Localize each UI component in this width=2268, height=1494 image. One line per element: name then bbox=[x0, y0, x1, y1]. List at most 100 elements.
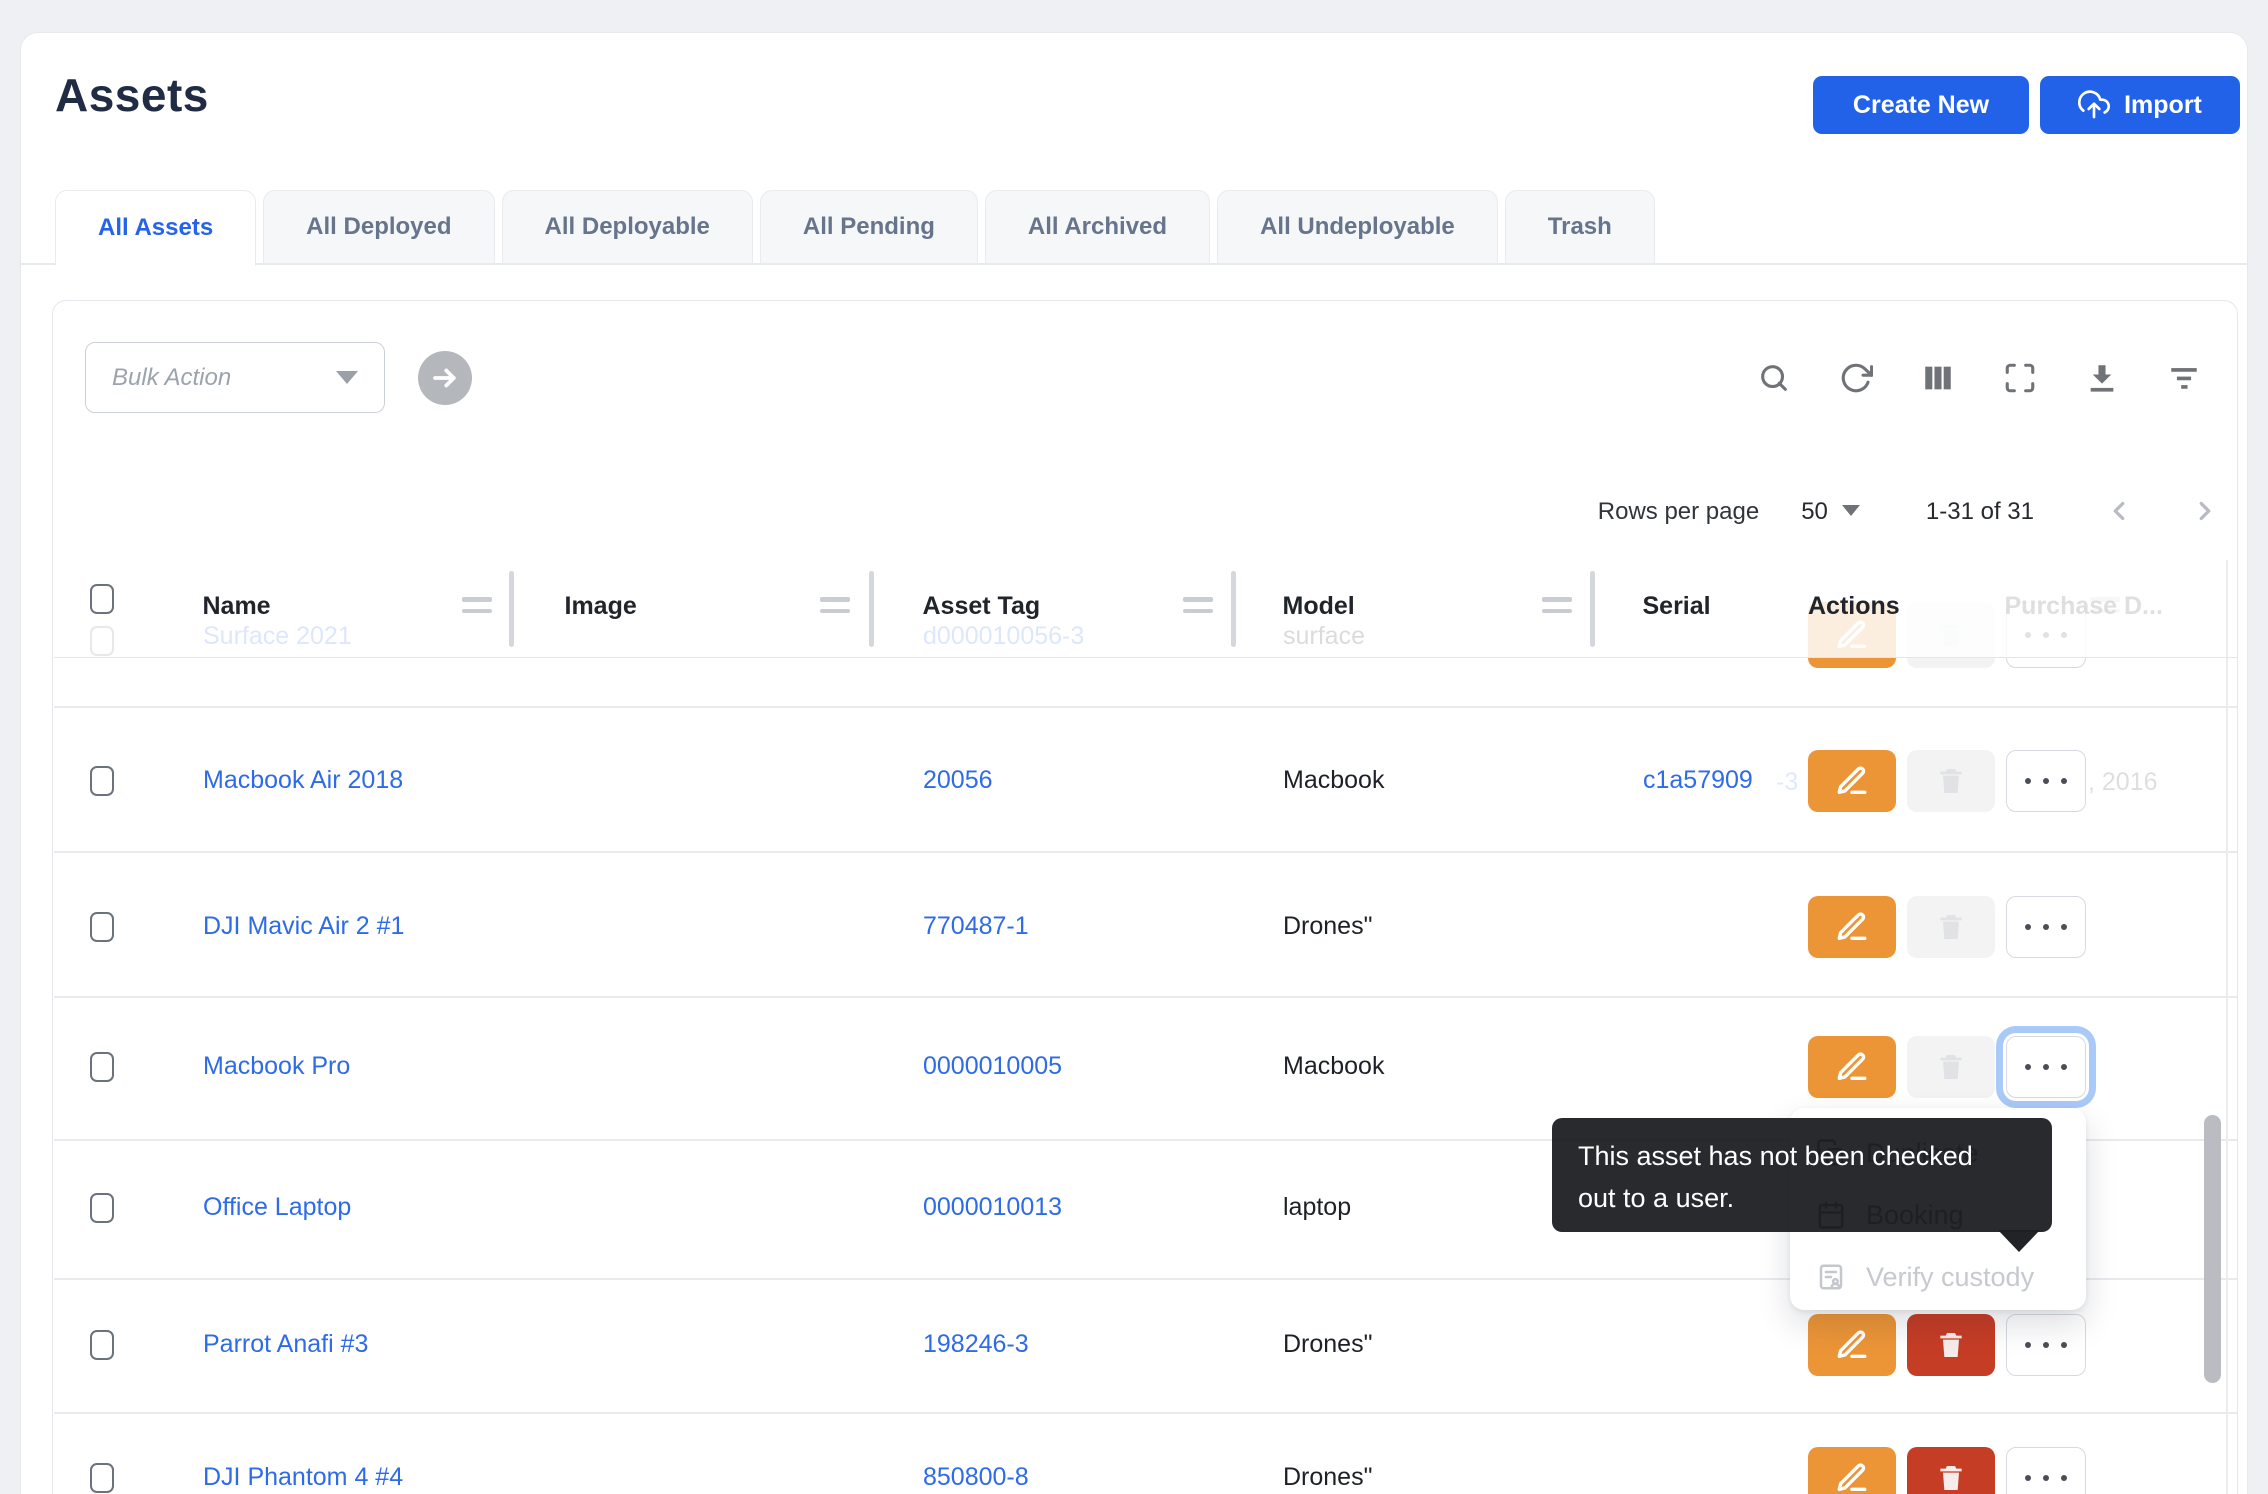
assets-page: Assets Create New Import All Assets All … bbox=[0, 0, 2268, 1494]
drag-handle-icon[interactable] bbox=[1183, 590, 1213, 620]
download-icon[interactable] bbox=[2084, 360, 2120, 396]
asset-tag-link[interactable]: 198246-3 bbox=[923, 1330, 1029, 1359]
select-all-checkbox[interactable] bbox=[90, 584, 114, 614]
tab-trash[interactable]: Trash bbox=[1505, 190, 1655, 264]
chevron-left-icon[interactable] bbox=[2104, 496, 2134, 529]
row-actions bbox=[1808, 1447, 2086, 1494]
checkout-tooltip: This asset has not been checked out to a… bbox=[1552, 1118, 2052, 1232]
tab-all-undeployable[interactable]: All Undeployable bbox=[1217, 190, 1498, 264]
drag-handle-icon[interactable] bbox=[1542, 590, 1572, 620]
asset-name-link[interactable]: Macbook Pro bbox=[203, 1052, 350, 1081]
import-button[interactable]: Import bbox=[2040, 76, 2240, 134]
column-resizer[interactable] bbox=[869, 571, 874, 647]
create-new-button[interactable]: Create New bbox=[1813, 76, 2029, 134]
delete-button[interactable] bbox=[1907, 1314, 1995, 1376]
column-header-purchase-date-ghost: Purchase D... bbox=[2005, 592, 2163, 621]
drag-handle-icon[interactable] bbox=[820, 590, 850, 620]
ellipsis-icon bbox=[2025, 1064, 2067, 1070]
asset-name-link[interactable]: Macbook Air 2018 bbox=[203, 766, 403, 795]
column-header-name[interactable]: Name bbox=[203, 592, 271, 621]
custody-icon bbox=[1816, 1262, 1846, 1292]
edit-button[interactable] bbox=[1808, 1447, 1896, 1494]
more-actions-button[interactable] bbox=[2006, 750, 2086, 812]
row-checkbox[interactable] bbox=[90, 1052, 114, 1082]
tab-all-assets[interactable]: All Assets bbox=[55, 190, 256, 266]
chevron-down-icon bbox=[336, 371, 358, 384]
asset-tag-link[interactable]: 770487-1 bbox=[923, 912, 1029, 941]
tooltip-line2: out to a user. bbox=[1578, 1177, 2026, 1219]
ellipsis-icon bbox=[2025, 1342, 2067, 1348]
row-checkbox[interactable] bbox=[90, 912, 114, 942]
trash-icon bbox=[1935, 1051, 1967, 1083]
drag-handle-icon[interactable] bbox=[462, 590, 492, 620]
asset-tag-link[interactable]: 0000010005 bbox=[923, 1052, 1062, 1081]
asset-tag-link[interactable]: 0000010013 bbox=[923, 1193, 1062, 1222]
more-actions-button[interactable] bbox=[2006, 896, 2086, 958]
pagination-bar: Rows per page 50 1-31 of 31 bbox=[1520, 492, 2220, 532]
more-actions-button[interactable] bbox=[2006, 1036, 2086, 1098]
column-resizer[interactable] bbox=[509, 571, 514, 647]
column-header-model[interactable]: Model bbox=[1283, 592, 1355, 621]
filter-icon[interactable] bbox=[2166, 360, 2202, 396]
edit-icon bbox=[1835, 764, 1869, 798]
row-checkbox[interactable] bbox=[90, 1193, 114, 1223]
row-actions bbox=[1808, 1036, 2086, 1098]
more-actions-button[interactable] bbox=[2006, 1314, 2086, 1376]
tooltip-line1: This asset has not been checked bbox=[1578, 1135, 2026, 1177]
ellipsis-icon bbox=[2025, 1475, 2067, 1481]
tab-all-archived[interactable]: All Archived bbox=[985, 190, 1210, 264]
delete-button[interactable] bbox=[1907, 896, 1995, 958]
delete-button[interactable] bbox=[1907, 750, 1995, 812]
tabs-bar: All Assets All Deployed All Deployable A… bbox=[55, 190, 1655, 264]
edit-button[interactable] bbox=[1808, 1036, 1896, 1098]
arrow-right-circle-icon bbox=[430, 363, 460, 393]
asset-name-link[interactable]: Office Laptop bbox=[203, 1193, 351, 1222]
edit-icon bbox=[1835, 1328, 1869, 1362]
edit-button[interactable] bbox=[1808, 1314, 1896, 1376]
search-icon[interactable] bbox=[1756, 360, 1792, 396]
menu-item-verify-custody[interactable]: Verify custody bbox=[1790, 1246, 2086, 1308]
column-header-serial[interactable]: Serial bbox=[1643, 592, 1711, 621]
chevron-down-icon[interactable] bbox=[1842, 503, 1860, 521]
column-header-image[interactable]: Image bbox=[565, 592, 637, 621]
tab-all-pending[interactable]: All Pending bbox=[760, 190, 978, 264]
fullscreen-icon[interactable] bbox=[2002, 360, 2038, 396]
rows-per-page-label: Rows per page bbox=[1598, 498, 1759, 526]
cloud-upload-icon bbox=[2078, 89, 2110, 121]
column-header-actions: Actions bbox=[1808, 592, 1900, 621]
row-divider bbox=[54, 851, 2237, 853]
vertical-scrollbar[interactable] bbox=[2204, 1115, 2221, 1383]
bulk-action-submit-button[interactable] bbox=[418, 351, 472, 405]
row-checkbox[interactable] bbox=[90, 1463, 114, 1493]
column-resizer[interactable] bbox=[1231, 571, 1236, 647]
asset-name-link[interactable]: DJI Phantom 4 #4 bbox=[203, 1463, 403, 1492]
bulk-action-select[interactable]: Bulk Action bbox=[85, 342, 385, 413]
column-resizer[interactable] bbox=[1590, 571, 1595, 647]
asset-tag-link[interactable]: 20056 bbox=[923, 766, 993, 795]
edit-button[interactable] bbox=[1808, 750, 1896, 812]
rows-per-page-value[interactable]: 50 bbox=[1801, 498, 1828, 526]
delete-button[interactable] bbox=[1907, 1447, 1995, 1494]
edit-button[interactable] bbox=[1808, 896, 1896, 958]
edit-icon bbox=[1835, 910, 1869, 944]
actions-column-border bbox=[2226, 560, 2228, 1494]
row-checkbox[interactable] bbox=[90, 1330, 114, 1360]
tab-all-deployable[interactable]: All Deployable bbox=[502, 190, 753, 264]
trash-icon bbox=[1935, 911, 1967, 943]
chevron-right-icon[interactable] bbox=[2190, 496, 2220, 529]
tooltip-arrow bbox=[1998, 1230, 2040, 1252]
more-actions-button[interactable] bbox=[2006, 1447, 2086, 1494]
asset-tag-link[interactable]: 850800-8 bbox=[923, 1463, 1029, 1492]
column-header-asset-tag[interactable]: Asset Tag bbox=[923, 592, 1041, 621]
asset-name-link[interactable]: Parrot Anafi #3 bbox=[203, 1330, 368, 1359]
columns-icon[interactable] bbox=[1920, 360, 1956, 396]
row-checkbox[interactable] bbox=[90, 766, 114, 796]
tab-all-deployed[interactable]: All Deployed bbox=[263, 190, 494, 264]
import-label: Import bbox=[2124, 91, 2202, 120]
create-new-label: Create New bbox=[1853, 91, 1989, 120]
pagination-range: 1-31 of 31 bbox=[1926, 498, 2034, 526]
delete-button[interactable] bbox=[1907, 1036, 1995, 1098]
asset-name-link[interactable]: DJI Mavic Air 2 #1 bbox=[203, 912, 404, 941]
refresh-icon[interactable] bbox=[1838, 360, 1874, 396]
asset-serial-link[interactable]: c1a57909 bbox=[1643, 766, 1753, 795]
